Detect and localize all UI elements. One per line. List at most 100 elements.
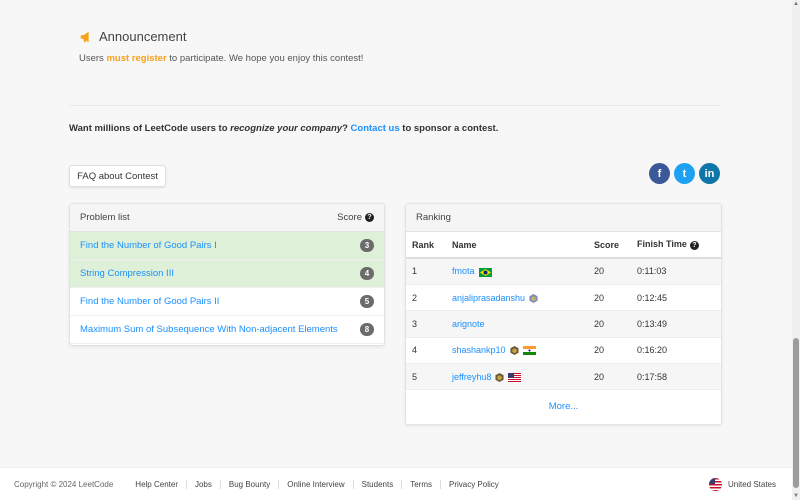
scrollbar[interactable]: ▲ ▼ [792, 0, 800, 500]
problem-title-link[interactable]: Find the Number of Good Pairs II [80, 296, 219, 307]
contact-us-link[interactable]: Contact us [351, 123, 400, 134]
problem-list-panel: Problem list Score? Find the Number of G… [69, 203, 385, 346]
announcement-text-pre: Users [79, 53, 107, 64]
col-finish-time: Finish Time? [631, 232, 721, 259]
rank-cell: 4 [406, 337, 446, 365]
sponsor-mid: ? [342, 123, 351, 134]
score-cell: 20 [588, 363, 631, 391]
problem-row: String Compression III 4 [70, 260, 384, 288]
announcement-text: Users must register to participate. We h… [79, 53, 363, 64]
question-icon[interactable]: ? [689, 240, 699, 250]
score-header: Score? [337, 212, 374, 223]
name-cell: arignote [446, 310, 588, 338]
usa-flag-icon [508, 372, 522, 382]
name-cell: jeffreyhu8 [446, 363, 588, 391]
problem-title-link[interactable]: Find the Number of Good Pairs I [80, 240, 217, 251]
contest-badge-icon [495, 372, 504, 382]
problem-rows: Find the Number of Good Pairs I 3 String C… [70, 232, 384, 344]
footer-link-students[interactable]: Students [352, 479, 402, 489]
problem-title-link[interactable]: String Compression III [80, 268, 174, 279]
col-name: Name [446, 232, 588, 259]
rank-cell: 5 [406, 363, 446, 391]
ranking-row: 4 shashankp10 20 0:16:20 [406, 337, 721, 365]
score-cell: 20 [588, 310, 631, 338]
finish-time-label: Finish Time [637, 239, 687, 250]
sponsor-text: Want millions of LeetCode users to recog… [69, 123, 498, 134]
country-selector[interactable]: United States [708, 477, 776, 491]
more-link[interactable]: More... [406, 390, 721, 412]
brazil-flag-icon [478, 267, 492, 277]
finish-time-cell: 0:16:20 [631, 337, 721, 365]
ranking-header: Ranking [406, 204, 721, 232]
ranking-row: 3 arignote 20 0:13:49 [406, 310, 721, 338]
score-label: Score [337, 212, 362, 223]
problem-score-badge: 5 [360, 295, 374, 308]
scroll-up-arrow[interactable]: ▲ [792, 0, 800, 8]
copyright: Copyright © 2024 LeetCode [14, 479, 114, 489]
question-icon[interactable]: ? [365, 212, 374, 222]
problem-title-link[interactable]: Maximum Sum of Subsequence With Non-adja… [80, 324, 338, 335]
problem-row: Find the Number of Good Pairs II 5 [70, 288, 384, 316]
linkedin-icon[interactable]: in [699, 163, 720, 184]
name-cell: shashankp10 [446, 337, 588, 365]
ranking-table: Rank Name Score Finish Time? 1 fmota 20 0:1… [406, 232, 721, 391]
faq-button[interactable]: FAQ about Contest [69, 165, 166, 187]
footer-link-terms[interactable]: Terms [401, 479, 440, 489]
footer-link-help-center[interactable]: Help Center [127, 480, 186, 489]
problem-score-badge: 8 [360, 323, 374, 336]
footer-link-privacy-policy[interactable]: Privacy Policy [439, 479, 507, 489]
finish-time-cell: 0:12:45 [631, 284, 721, 312]
usa-flag-icon [708, 477, 722, 491]
score-cell: 20 [588, 284, 631, 312]
scroll-thumb[interactable] [793, 338, 799, 488]
twitter-icon[interactable]: t [674, 163, 695, 184]
footer-link-online-interview[interactable]: Online Interview [278, 479, 352, 489]
sponsor-pre: Want millions of LeetCode users to [69, 123, 231, 134]
user-link[interactable]: jeffreyhu8 [452, 372, 491, 382]
sponsor-em: recognize your company [230, 123, 343, 134]
user-link[interactable]: anjaliprasadanshu [452, 293, 525, 303]
announcement: Announcement Users must register to part… [79, 29, 363, 64]
ranking-row: 5 jeffreyhu8 20 0:17:58 [406, 363, 721, 391]
social-share: f t in [649, 163, 720, 184]
name-cell: fmota [446, 258, 588, 285]
scroll-down-arrow[interactable]: ▼ [792, 492, 800, 500]
problem-row: Maximum Sum of Subsequence With Non-adja… [70, 316, 384, 344]
user-link[interactable]: shashankp10 [452, 345, 506, 355]
problem-row: Find the Number of Good Pairs I 3 [70, 232, 384, 260]
ranking-row: 1 fmota 20 0:11:03 [406, 258, 721, 285]
facebook-icon[interactable]: f [649, 163, 670, 184]
score-cell: 20 [588, 337, 631, 365]
must-register-link[interactable]: must register [106, 53, 166, 64]
score-cell: 20 [588, 258, 631, 285]
ranking-title: Ranking [416, 212, 451, 223]
announcement-title: Announcement [79, 29, 363, 44]
footer-link-jobs[interactable]: Jobs [185, 479, 220, 489]
user-link[interactable]: arignote [452, 319, 485, 329]
ranking-header-row: Rank Name Score Finish Time? [406, 232, 721, 259]
india-flag-icon [522, 346, 536, 356]
country-name: United States [727, 479, 776, 489]
footer-links: Help Center Jobs Bug Bounty Online Intervie… [127, 479, 507, 489]
rank-cell: 1 [406, 258, 446, 285]
problem-list-title: Problem list [80, 212, 130, 223]
finish-time-cell: 0:11:03 [631, 258, 721, 285]
contest-badge-icon [529, 293, 538, 303]
problem-score-badge: 4 [360, 267, 374, 280]
ranking-panel: Ranking Rank Name Score Finish Time? 1 fm… [405, 203, 722, 425]
footer: Copyright © 2024 LeetCode Help Center Job… [0, 467, 800, 500]
name-cell: anjaliprasadanshu [446, 284, 588, 312]
rank-cell: 2 [406, 284, 446, 312]
user-link[interactable]: fmota [452, 266, 475, 276]
rank-cell: 3 [406, 310, 446, 338]
finish-time-cell: 0:13:49 [631, 310, 721, 338]
megaphone-icon [80, 31, 89, 42]
col-score: Score [588, 232, 631, 259]
divider [69, 105, 721, 106]
ranking-row: 2 anjaliprasadanshu 20 0:12:45 [406, 284, 721, 312]
finish-time-cell: 0:17:58 [631, 363, 721, 391]
footer-link-bug-bounty[interactable]: Bug Bounty [219, 479, 278, 489]
col-rank: Rank [406, 232, 446, 259]
sponsor-post: to sponsor a contest. [399, 123, 499, 134]
ranking-rows: 1 fmota 20 0:11:03 2 anjaliprasadanshu 20 0:12:… [406, 258, 721, 391]
